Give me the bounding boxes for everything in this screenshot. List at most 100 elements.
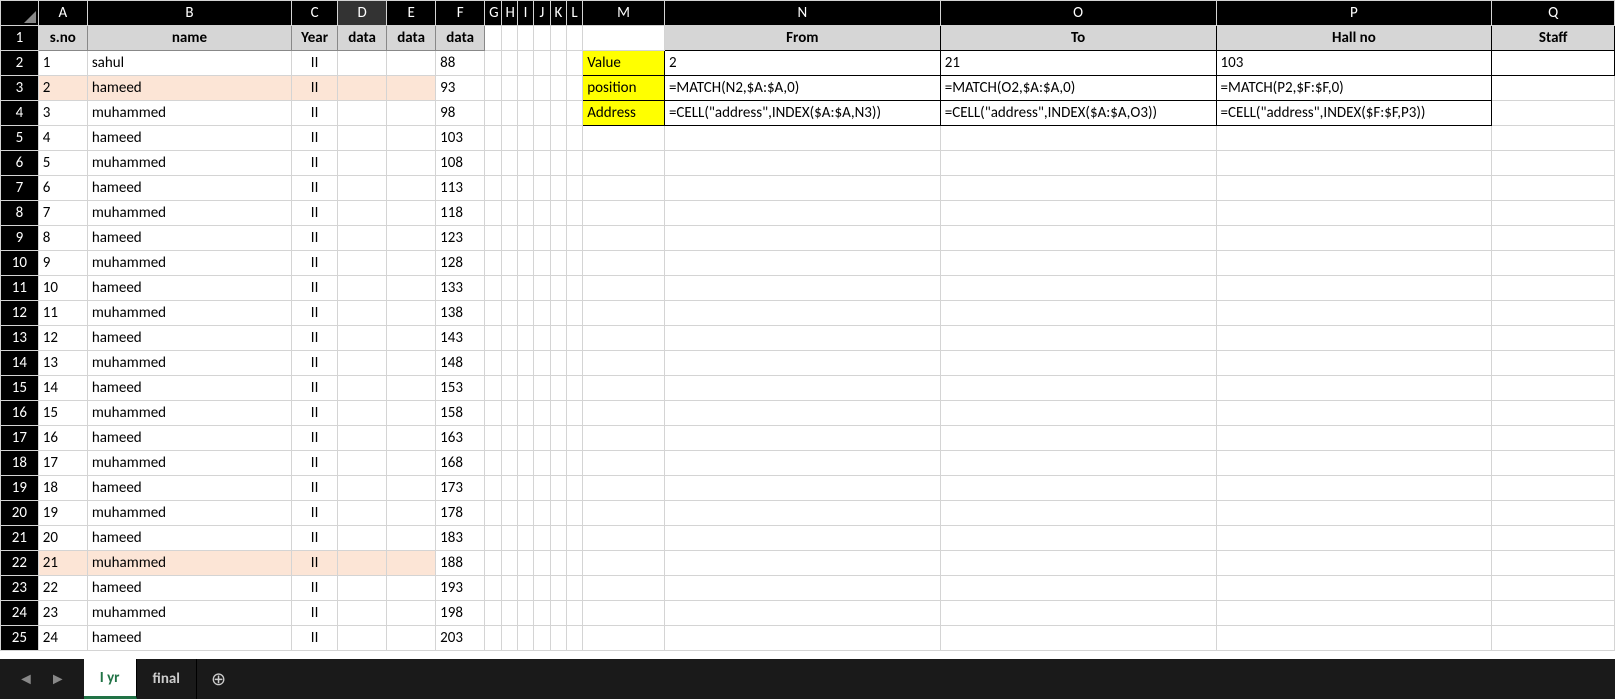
cell-G24[interactable] — [485, 601, 501, 626]
cell-Q25[interactable] — [1492, 626, 1615, 651]
row-header-7[interactable]: 7 — [1, 176, 39, 201]
cell-O19[interactable] — [940, 476, 1216, 501]
cell-B10[interactable]: muhammed — [87, 251, 291, 276]
cell-A12[interactable]: 11 — [38, 301, 87, 326]
cell-F9[interactable]: 123 — [436, 226, 485, 251]
cell-K12[interactable] — [550, 301, 566, 326]
cell-G5[interactable] — [485, 126, 501, 151]
cell-Q5[interactable] — [1492, 126, 1615, 151]
cell-H11[interactable] — [501, 276, 517, 301]
cell-J21[interactable] — [534, 526, 550, 551]
cell-N17[interactable] — [664, 426, 940, 451]
cell-O9[interactable] — [940, 226, 1216, 251]
cell-Q11[interactable] — [1492, 276, 1615, 301]
cell-I8[interactable] — [517, 201, 533, 226]
cell-H22[interactable] — [501, 551, 517, 576]
cell-H14[interactable] — [501, 351, 517, 376]
cell-G23[interactable] — [485, 576, 501, 601]
cell-P3[interactable]: =MATCH(P2,$F:$F,0) — [1216, 76, 1492, 101]
cell-G19[interactable] — [485, 476, 501, 501]
cell-J24[interactable] — [534, 601, 550, 626]
cell-I17[interactable] — [517, 426, 533, 451]
cell-I6[interactable] — [517, 151, 533, 176]
cell-I20[interactable] — [517, 501, 533, 526]
row-header-3[interactable]: 3 — [1, 76, 39, 101]
cell-K14[interactable] — [550, 351, 566, 376]
cell-L19[interactable] — [566, 476, 582, 501]
cell-C19[interactable]: II — [292, 476, 338, 501]
cell-Q7[interactable] — [1492, 176, 1615, 201]
cell-C10[interactable]: II — [292, 251, 338, 276]
cell-M16[interactable] — [583, 401, 665, 426]
cell-H9[interactable] — [501, 226, 517, 251]
cell-C6[interactable]: II — [292, 151, 338, 176]
cell-Q19[interactable] — [1492, 476, 1615, 501]
cell-Q3[interactable] — [1492, 76, 1615, 101]
cell-I23[interactable] — [517, 576, 533, 601]
cell-N22[interactable] — [664, 551, 940, 576]
cell-Q17[interactable] — [1492, 426, 1615, 451]
col-header-I[interactable]: I — [517, 1, 533, 26]
cell-A7[interactable]: 6 — [38, 176, 87, 201]
col-header-B[interactable]: B — [87, 1, 291, 26]
cell-C11[interactable]: II — [292, 276, 338, 301]
cell-M22[interactable] — [583, 551, 665, 576]
cell-L22[interactable] — [566, 551, 582, 576]
cell-M14[interactable] — [583, 351, 665, 376]
cell-E6[interactable] — [387, 151, 436, 176]
tab-next-button[interactable]: ► — [44, 666, 72, 693]
cell-D22[interactable] — [338, 551, 387, 576]
cell-D24[interactable] — [338, 601, 387, 626]
cell-O12[interactable] — [940, 301, 1216, 326]
cell-B14[interactable]: muhammed — [87, 351, 291, 376]
cell-L21[interactable] — [566, 526, 582, 551]
cell-H2[interactable] — [501, 51, 517, 76]
cell-E8[interactable] — [387, 201, 436, 226]
cell-I13[interactable] — [517, 326, 533, 351]
cell-P24[interactable] — [1216, 601, 1492, 626]
cell-J9[interactable] — [534, 226, 550, 251]
cell-I4[interactable] — [517, 101, 533, 126]
row-header-23[interactable]: 23 — [1, 576, 39, 601]
cell-Q14[interactable] — [1492, 351, 1615, 376]
cell-O3[interactable]: =MATCH(O2,$A:$A,0) — [940, 76, 1216, 101]
cell-L7[interactable] — [566, 176, 582, 201]
cell-F15[interactable]: 153 — [436, 376, 485, 401]
row-header-22[interactable]: 22 — [1, 551, 39, 576]
cell-M13[interactable] — [583, 326, 665, 351]
cell-F14[interactable]: 148 — [436, 351, 485, 376]
cell-N4[interactable]: =CELL("address",INDEX($A:$A,N3)) — [664, 101, 940, 126]
cell-B24[interactable]: muhammed — [87, 601, 291, 626]
cell-A1[interactable]: s.no — [38, 26, 87, 51]
row-header-13[interactable]: 13 — [1, 326, 39, 351]
cell-B19[interactable]: hameed — [87, 476, 291, 501]
row-header-2[interactable]: 2 — [1, 51, 39, 76]
cell-D18[interactable] — [338, 451, 387, 476]
cell-D21[interactable] — [338, 526, 387, 551]
row-header-15[interactable]: 15 — [1, 376, 39, 401]
row-header-8[interactable]: 8 — [1, 201, 39, 226]
col-header-Q[interactable]: Q — [1492, 1, 1615, 26]
cell-F25[interactable]: 203 — [436, 626, 485, 651]
cell-H16[interactable] — [501, 401, 517, 426]
cell-B20[interactable]: muhammed — [87, 501, 291, 526]
cell-B5[interactable]: hameed — [87, 126, 291, 151]
cell-J5[interactable] — [534, 126, 550, 151]
cell-D25[interactable] — [338, 626, 387, 651]
cell-L15[interactable] — [566, 376, 582, 401]
cell-J15[interactable] — [534, 376, 550, 401]
cell-E5[interactable] — [387, 126, 436, 151]
cell-I14[interactable] — [517, 351, 533, 376]
cell-O7[interactable] — [940, 176, 1216, 201]
cell-F7[interactable]: 113 — [436, 176, 485, 201]
cell-A24[interactable]: 23 — [38, 601, 87, 626]
cell-B17[interactable]: hameed — [87, 426, 291, 451]
cell-C3[interactable]: II — [292, 76, 338, 101]
cell-M24[interactable] — [583, 601, 665, 626]
cell-Q20[interactable] — [1492, 501, 1615, 526]
cell-H1[interactable] — [501, 26, 517, 51]
cell-G15[interactable] — [485, 376, 501, 401]
cell-O16[interactable] — [940, 401, 1216, 426]
cell-K7[interactable] — [550, 176, 566, 201]
cell-Q9[interactable] — [1492, 226, 1615, 251]
